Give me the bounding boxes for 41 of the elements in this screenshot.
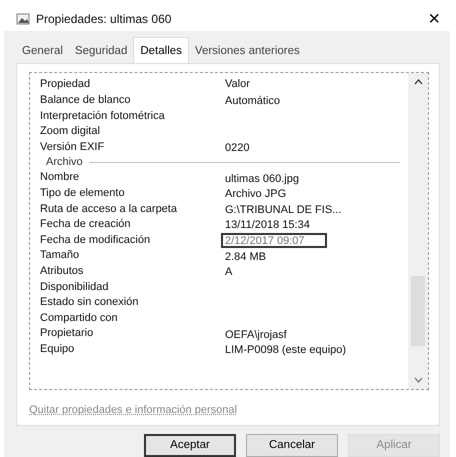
window-title: Propiedades: ultimas 060 bbox=[36, 11, 172, 28]
property-name: Versión EXIF bbox=[40, 140, 106, 155]
property-value: Archivo JPG bbox=[224, 187, 288, 202]
property-value: 2.84 MB bbox=[224, 250, 267, 264]
dialog-button[interactable]: Cancelar bbox=[246, 434, 338, 457]
property-name: Atributos bbox=[40, 264, 84, 279]
property-name: Tamaño bbox=[40, 248, 80, 264]
property-name: Estado sin conexión bbox=[40, 295, 140, 310]
property-value: A bbox=[224, 265, 234, 280]
tab[interactable]: Seguridad bbox=[68, 40, 134, 63]
column-header[interactable]: Valor bbox=[225, 76, 400, 92]
property-value: G:\TRIBUNAL DE FIS... bbox=[224, 202, 342, 217]
property-value: 0220 bbox=[224, 141, 250, 156]
dialog-button[interactable]: Aceptar bbox=[144, 434, 236, 457]
group-header: Archivo bbox=[46, 155, 83, 170]
scrollbar[interactable] bbox=[408, 73, 428, 389]
property-value: 2/12/2017 09:07 bbox=[221, 233, 327, 248]
property-value: 13/11/2018 15:34 bbox=[224, 218, 311, 232]
tab[interactable]: Detalles bbox=[133, 36, 189, 63]
property-name: Disponibilidad bbox=[40, 280, 110, 295]
column-header[interactable]: Propiedad bbox=[40, 76, 225, 92]
property-name: Ruta de acceso a la carpeta bbox=[40, 202, 178, 217]
tab[interactable]: General bbox=[16, 40, 69, 63]
property-name: Balance de blanco bbox=[40, 93, 132, 108]
property-name: Equipo bbox=[40, 342, 76, 357]
property-name: Nombre bbox=[40, 170, 80, 186]
property-value: Automático bbox=[224, 94, 282, 108]
property-name: Propietario bbox=[40, 326, 94, 342]
close-button[interactable]: × bbox=[426, 9, 442, 30]
property-name: Compartido con bbox=[40, 310, 119, 326]
property-value: OEFA\jrojasf bbox=[224, 328, 288, 342]
property-value: LIM-P0098 (este equipo) bbox=[224, 343, 348, 358]
property-name: Tipo de elemento bbox=[40, 186, 126, 201]
property-name: Fecha de modificación bbox=[40, 232, 152, 248]
tab[interactable]: Versiones anteriores bbox=[188, 40, 306, 63]
property-value: ultimas 060.jpg bbox=[224, 172, 300, 186]
property-name: Fecha de creación bbox=[40, 217, 132, 232]
property-name: Zoom digital bbox=[40, 124, 101, 140]
property-name: Interpretación fotométrica bbox=[40, 108, 166, 124]
remove-properties-link[interactable]: Quitar propiedades e información personal bbox=[29, 402, 237, 418]
image-file-icon bbox=[16, 13, 30, 26]
